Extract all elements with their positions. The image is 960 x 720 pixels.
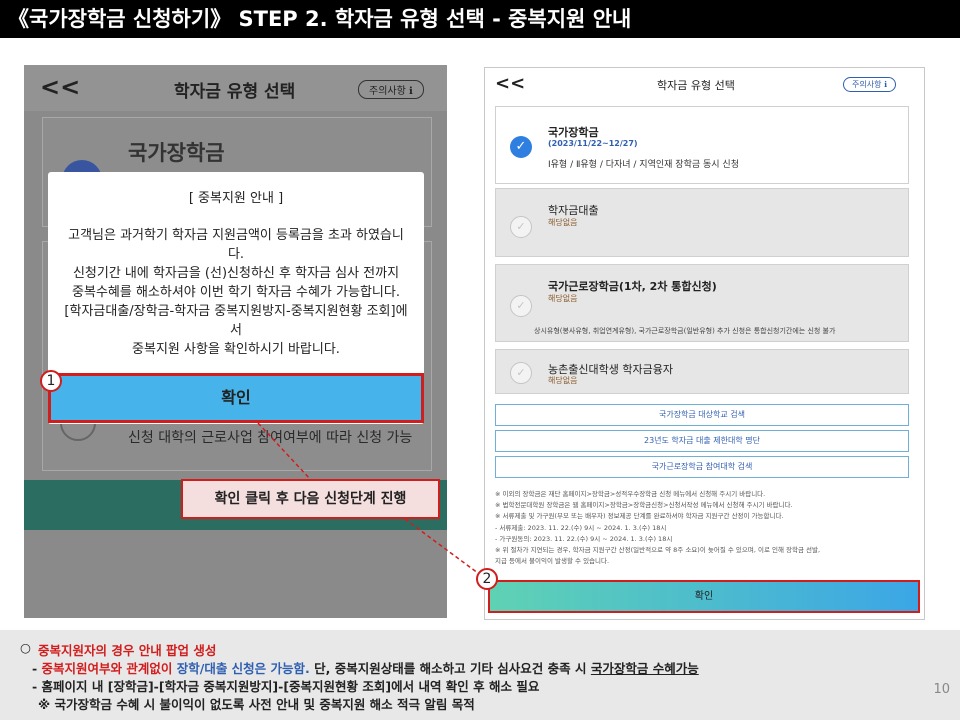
summary-2d: 국가장학금 수혜가능 [590, 661, 699, 676]
modal-line: 중복지원 사항을 확인하시기 바랍니다. [132, 342, 340, 357]
option-title: 학자금대출 [548, 204, 599, 217]
note-line: ※ 이외의 장학금은 재단 홈페이지>장학금>성적우수장학금 신청 메뉴에서 신… [495, 490, 766, 498]
page-number: 10 [933, 682, 950, 697]
callout-box: 확인 클릭 후 다음 신청단계 진행 [181, 479, 440, 519]
modal-line: 고객님은 과거학기 학자금 지원금액이 등록금을 초과 하였습니다. [68, 228, 404, 262]
notice-text: ※ 이외의 장학금은 재단 홈페이지>장학금>성적우수장학금 신청 메뉴에서 신… [495, 489, 915, 567]
summary-line-3: - 홈페이지 내 [장학금]-[학자금 중복지원방지]-[중복지원현황 조회]에… [32, 679, 540, 694]
page-header: 《국가장학금 신청하기》 STEP 2. 학자금 유형 선택 - 중복지원 안내 [0, 0, 960, 38]
check-icon: ✓ [510, 362, 532, 384]
note-line: ※ 서류제출 및 가구원(부모 또는 배우자) 정보제공 단계를 완료하셔야 학… [495, 512, 784, 521]
summary-line-2: - 중복지원여부와 관계없이 장학/대출 신청은 가능함. 단, 중복지원상태를… [32, 658, 699, 677]
summary-2a: 중복지원여부와 관계없이 [41, 661, 177, 676]
right-notice-button[interactable]: 주의사항 ℹ [843, 77, 897, 92]
bullet: ○ [20, 640, 31, 655]
check-icon: ✓ [510, 216, 532, 238]
school-search-link[interactable]: 국가장학금 대상학교 검색 [495, 404, 909, 426]
loan-restricted-list-link[interactable]: 23년도 학자금 대출 제한대학 명단 [495, 430, 909, 452]
check-icon: ✓ [510, 295, 532, 317]
work-school-search-link[interactable]: 국가근로장학금 참여대학 검색 [495, 456, 909, 478]
option-desc: Ⅰ유형 / Ⅱ유형 / 다자녀 / 지역인재 장학금 동시 신청 [548, 160, 739, 170]
option-rural-loan[interactable]: ✓ 농촌출신대학생 학자금융자 해당없음 [495, 349, 909, 394]
modal-line: 중복수혜를 해소하셔야 이번 학기 학자금 수혜가 가능합니다. [72, 285, 400, 300]
summary-panel: ○ 중복지원자의 경우 안내 팝업 생성 - 중복지원여부와 관계없이 장학/대… [0, 630, 960, 720]
note-line: ※ 법학전문대학원 장학금은 웹 홈페이지>장학금>장학금신청>신청서작성 메뉴… [495, 501, 793, 510]
option-status: 해당없음 [548, 218, 578, 227]
option-period: (2023/11/22~12/27) [548, 139, 638, 148]
check-icon: ✓ [510, 136, 532, 158]
summary-2c: 단, 중복지원상태를 해소하고 기타 심사요건 충족 시 [309, 661, 591, 676]
note-line: 지급 등에서 불이익이 발생할 수 있습니다. [495, 557, 610, 566]
summary-line-1: 중복지원자의 경우 안내 팝업 생성 [38, 643, 217, 658]
option-student-loan[interactable]: ✓ 학자금대출 해당없음 [495, 188, 909, 257]
option-title: 국가근로장학금(1차, 2차 통합신청) [548, 280, 717, 293]
modal-title: [ 중복지원 안내 ] [188, 191, 284, 206]
right-screen-title: 학자금 유형 선택 [657, 79, 735, 92]
option-national-scholarship[interactable]: ✓ 국가장학금 (2023/11/22~12/27) Ⅰ유형 / Ⅱ유형 / 다… [495, 106, 909, 184]
summary-2b: 장학/대출 신청은 가능함. [176, 661, 310, 676]
right-back-button[interactable]: << [495, 73, 525, 94]
note-line: - 가구원동의: 2023. 11. 22.(수) 9시 ~ 2024. 1. … [495, 534, 673, 543]
right-phone-screen: << 학자금 유형 선택 주의사항 ℹ ✓ 국가장학금 (2023/11/22~… [484, 67, 925, 620]
option-work-scholarship[interactable]: ✓ 국가근로장학금(1차, 2차 통합신청) 해당없음 상시유형(봉사유형, 취… [495, 264, 909, 342]
modal-line: [학자금대출/장학금-학자금 중복지원방지-중복지원현황 조회]에서 [64, 304, 408, 338]
left-back-button[interactable]: << [40, 73, 80, 101]
modal-confirm-button[interactable]: 확인 [48, 373, 424, 423]
left-notice-button[interactable]: 주의사항 ℹ [358, 80, 424, 99]
option-status: 해당없음 [548, 376, 578, 385]
option-status: 해당없음 [548, 294, 578, 303]
summary-line-4: ※ 국가장학금 수혜 시 불이익이 없도록 사전 안내 및 중복지원 해소 적극… [38, 697, 475, 712]
modal-line: 신청기간 내에 학자금을 (선)신청하신 후 학자금 심사 전까지 [72, 266, 400, 281]
step-badge-2: 2 [476, 568, 498, 590]
modal-body: 고객님은 과거학기 학자금 지원금액이 등록금을 초과 하였습니다. 신청기간 … [48, 206, 424, 359]
note-line: ※ 위 절차가 지연되는 경우, 학자금 지원구간 산정(일반적으로 약 8주 … [495, 546, 821, 555]
left-screen-title: 학자금 유형 선택 [174, 82, 296, 102]
option-title: 국가장학금 [548, 126, 599, 139]
right-confirm-button[interactable]: 확인 [488, 580, 920, 613]
step-badge-1: 1 [40, 370, 62, 392]
note-line: - 서류제출: 2023. 11. 22.(수) 9시 ~ 2024. 1. 3… [495, 523, 667, 532]
option-foot: 상시유형(봉사유형, 취업연계유형), 국가근로장학금(일반유형) 추가 신청은… [534, 327, 836, 335]
summary-dash: - [32, 661, 42, 676]
left-bg-title: 국가장학금 [128, 141, 225, 165]
left-bg-text: 신청 대학의 근로사업 참여여부에 따라 신청 가능 [128, 430, 413, 446]
